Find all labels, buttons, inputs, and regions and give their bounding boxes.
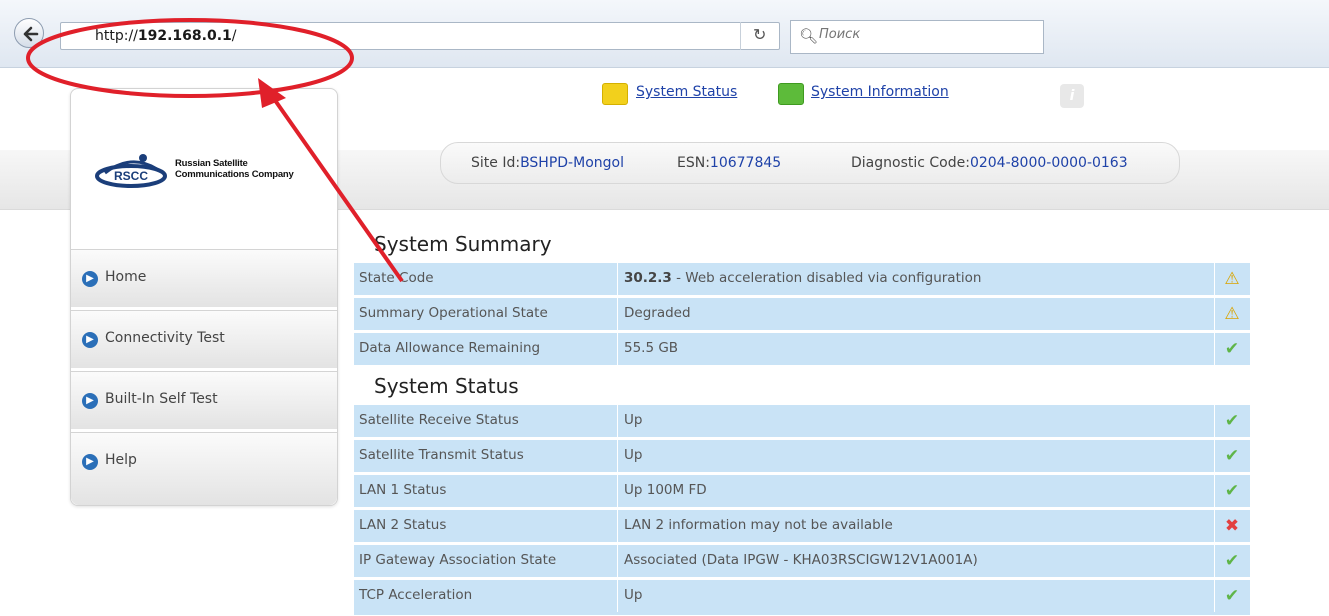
nav-label: Connectivity Test xyxy=(105,330,225,346)
row-value: Up xyxy=(624,447,643,463)
row-value: 30.2.3 - Web acceleration disabled via c… xyxy=(624,270,982,286)
reload-icon: ↻ xyxy=(753,25,767,44)
warning-icon: ⚠ xyxy=(1224,269,1240,289)
check-icon: ✔ xyxy=(1224,446,1240,466)
nav-label: Help xyxy=(105,452,137,468)
row-value: 55.5 GB xyxy=(624,340,679,356)
info-icon[interactable]: i xyxy=(1060,84,1084,108)
row-value: Up 100M FD xyxy=(624,482,707,498)
check-icon: ✔ xyxy=(1224,411,1240,431)
search-icon: 🔍︎ xyxy=(799,27,819,45)
address-bar[interactable]: http://192.168.0.1/ xyxy=(60,22,780,50)
warning-icon: ⚠ xyxy=(1224,304,1240,324)
system-information-link[interactable]: System Information xyxy=(811,84,949,100)
row-value: Associated (Data IPGW - KHA03RSCIGW12V1A… xyxy=(624,552,978,568)
esn: ESN:10677845 xyxy=(677,155,782,171)
arrow-right-icon: ▶ xyxy=(82,454,98,470)
reload-button[interactable]: ↻ xyxy=(740,22,780,50)
table-row: Summary Operational State Degraded ⚠ xyxy=(354,298,1250,331)
nav-home[interactable]: ▶ Home xyxy=(71,249,337,307)
system-info-icon xyxy=(778,83,804,105)
site-id: Site Id:BSHPD-Mongol xyxy=(471,155,624,171)
search-input[interactable] xyxy=(819,27,1029,42)
row-label: Satellite Receive Status xyxy=(359,412,519,428)
row-label: State Code xyxy=(359,270,434,286)
system-status-icon xyxy=(602,83,628,105)
cross-icon: ✖ xyxy=(1224,516,1240,536)
check-icon: ✔ xyxy=(1224,586,1240,606)
nav-label: Built-In Self Test xyxy=(105,391,218,407)
nav-help[interactable]: ▶ Help xyxy=(71,432,337,505)
diagnostic-code: Diagnostic Code:0204-8000-0000-0163 xyxy=(851,155,1128,171)
table-row: IP Gateway Association State Associated … xyxy=(354,545,1250,578)
table-row: TCP Acceleration Up ✔ xyxy=(354,580,1250,616)
table-row: LAN 1 Status Up 100M FD ✔ xyxy=(354,475,1250,508)
row-label: Summary Operational State xyxy=(359,305,548,321)
system-status-link[interactable]: System Status xyxy=(636,84,737,100)
nav-label: Home xyxy=(105,269,147,285)
table-row: LAN 2 Status LAN 2 information may not b… xyxy=(354,510,1250,543)
row-label: IP Gateway Association State xyxy=(359,552,557,568)
back-button[interactable] xyxy=(14,18,44,48)
check-icon: ✔ xyxy=(1224,481,1240,501)
url-text: http://192.168.0.1/ xyxy=(95,28,237,44)
row-value: Up xyxy=(624,587,643,603)
logo-text: Russian Satellite Communications Company xyxy=(175,158,294,180)
logo: RSCC Russian Satellite Communications Co… xyxy=(71,89,337,249)
table-row: State Code 30.2.3 - Web acceleration dis… xyxy=(354,263,1250,296)
check-icon: ✔ xyxy=(1224,339,1240,359)
device-info-bar: Site Id:BSHPD-Mongol ESN:10677845 Diagno… xyxy=(440,142,1180,184)
table-row: Data Allowance Remaining 55.5 GB ✔ xyxy=(354,333,1250,366)
row-label: LAN 2 Status xyxy=(359,517,447,533)
back-arrow-icon xyxy=(23,26,39,42)
row-label: Data Allowance Remaining xyxy=(359,340,541,356)
table-row: Satellite Transmit Status Up ✔ xyxy=(354,440,1250,473)
row-value: LAN 2 information may not be available xyxy=(624,517,893,533)
arrow-right-icon: ▶ xyxy=(82,271,98,287)
row-value: Degraded xyxy=(624,305,691,321)
sidebar: RSCC Russian Satellite Communications Co… xyxy=(70,88,338,506)
browser-toolbar: http://192.168.0.1/ ↻ 🔍︎ xyxy=(0,0,1329,68)
check-icon: ✔ xyxy=(1224,551,1240,571)
system-status-title: System Status xyxy=(374,374,519,398)
svg-text:RSCC: RSCC xyxy=(114,169,148,183)
arrow-right-icon: ▶ xyxy=(82,393,98,409)
row-label: Satellite Transmit Status xyxy=(359,447,524,463)
row-label: LAN 1 Status xyxy=(359,482,447,498)
row-label: TCP Acceleration xyxy=(359,587,473,603)
arrow-right-icon: ▶ xyxy=(82,332,98,348)
row-value: Up xyxy=(624,412,643,428)
nav-connectivity-test[interactable]: ▶ Connectivity Test xyxy=(71,310,337,368)
rscc-logo-icon: RSCC xyxy=(95,154,167,188)
search-box[interactable]: 🔍︎ xyxy=(790,20,1044,54)
nav-built-in-self-test[interactable]: ▶ Built-In Self Test xyxy=(71,371,337,429)
system-summary-title: System Summary xyxy=(374,232,552,256)
table-row: Satellite Receive Status Up ✔ xyxy=(354,405,1250,438)
